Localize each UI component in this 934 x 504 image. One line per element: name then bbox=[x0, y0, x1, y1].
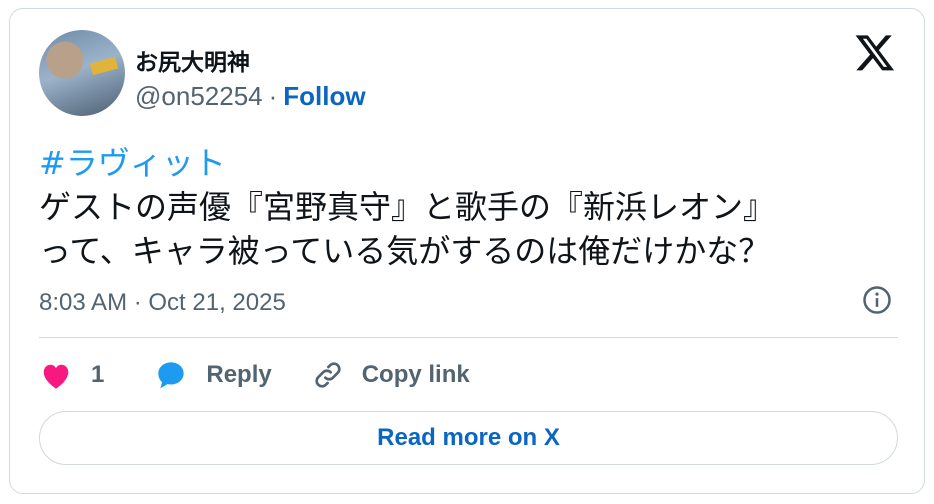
link-icon bbox=[315, 362, 341, 388]
action-bar: 1 Reply Copy link bbox=[39, 355, 470, 395]
avatar-detail bbox=[89, 56, 119, 76]
reply-label: Reply bbox=[206, 361, 272, 388]
copy-link-label: Copy link bbox=[361, 361, 470, 388]
x-logo-icon[interactable] bbox=[854, 31, 896, 73]
author-handle[interactable]: @on52254 bbox=[135, 81, 263, 111]
post-text-line-2: って、キャラ被っている気がするのは俺だけかな？ bbox=[39, 232, 771, 270]
post-text-line-1: ゲストの声優『宮野真守』と歌手の『新浜レオン』 bbox=[39, 188, 776, 226]
speech-bubble-icon bbox=[158, 362, 185, 389]
handle-separator: · bbox=[268, 81, 278, 111]
heart-icon bbox=[43, 364, 69, 389]
read-more-button[interactable]: Read more on X bbox=[39, 411, 898, 465]
author-name[interactable]: お尻大明神 bbox=[135, 43, 250, 77]
info-icon[interactable] bbox=[862, 285, 892, 315]
hashtag-link[interactable]: #ラヴィット bbox=[39, 141, 899, 185]
author-handle-row: @on52254 · Follow bbox=[135, 81, 366, 112]
copy-link-button[interactable]: Copy link bbox=[312, 359, 470, 391]
like-button[interactable]: 1 bbox=[39, 360, 104, 390]
post-text: #ラヴィット ゲストの声優『宮野真守』と歌手の『新浜レオン』 って、キャラ被って… bbox=[39, 141, 899, 273]
follow-link[interactable]: Follow bbox=[283, 81, 365, 111]
avatar[interactable] bbox=[39, 30, 125, 116]
reply-button[interactable]: Reply bbox=[154, 359, 272, 391]
post-timestamp[interactable]: 8:03 AM · Oct 21, 2025 bbox=[39, 289, 286, 317]
like-count: 1 bbox=[91, 361, 105, 388]
embedded-post-card: お尻大明神 @on52254 · Follow #ラヴィット ゲストの声優『宮野真守… bbox=[9, 8, 925, 494]
divider bbox=[39, 337, 898, 338]
